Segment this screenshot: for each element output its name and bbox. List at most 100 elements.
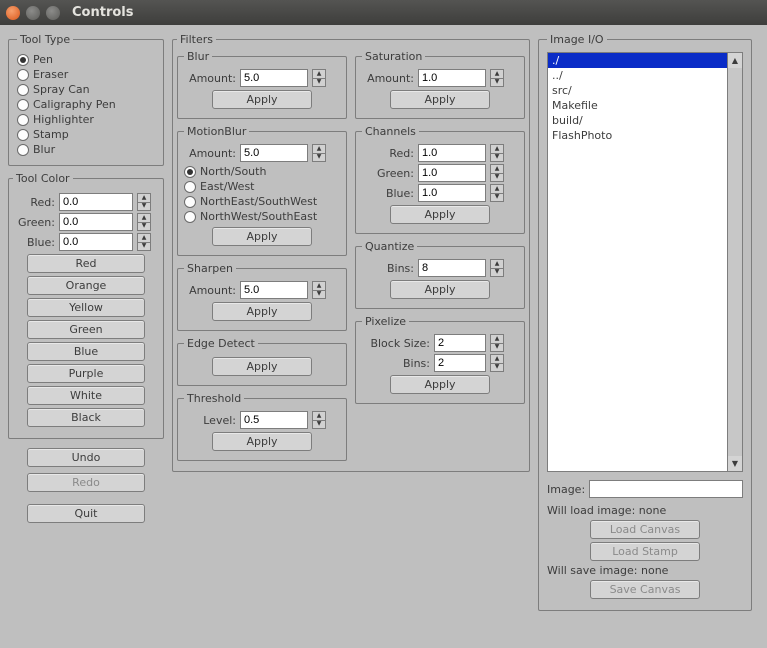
- sharpen-group: Sharpen Amount: ▲▼ Apply: [177, 262, 347, 331]
- file-listbox[interactable]: ./../src/Makefilebuild/FlashPhoto: [547, 52, 728, 472]
- tc-red-spinner[interactable]: ▲▼: [137, 193, 151, 211]
- motionblur-dir-north-south[interactable]: North/South: [184, 164, 340, 179]
- tc-red-input[interactable]: [59, 193, 133, 211]
- list-item[interactable]: ./: [548, 53, 727, 68]
- radio-icon[interactable]: [17, 84, 29, 96]
- tool-type-highlighter[interactable]: Highlighter: [17, 112, 155, 127]
- color-preset-blue[interactable]: Blue: [27, 342, 145, 361]
- radio-icon[interactable]: [184, 196, 196, 208]
- motionblur-apply-button[interactable]: Apply: [212, 227, 312, 246]
- list-item[interactable]: FlashPhoto: [548, 128, 727, 143]
- color-preset-green[interactable]: Green: [27, 320, 145, 339]
- blur-legend: Blur: [184, 50, 212, 63]
- blur-amount-label: Amount:: [184, 72, 236, 85]
- ch-blue-input[interactable]: [418, 184, 486, 202]
- quantize-apply-button[interactable]: Apply: [390, 280, 490, 299]
- saturation-amount-input[interactable]: [418, 69, 486, 87]
- tool-type-blur[interactable]: Blur: [17, 142, 155, 157]
- ch-red-input[interactable]: [418, 144, 486, 162]
- radio-icon[interactable]: [17, 69, 29, 81]
- tool-type-caligraphy-pen-label: Caligraphy Pen: [33, 98, 116, 111]
- image-path-input[interactable]: [589, 480, 743, 498]
- tc-blue-input[interactable]: [59, 233, 133, 251]
- radio-icon[interactable]: [17, 114, 29, 126]
- tool-type-caligraphy-pen[interactable]: Caligraphy Pen: [17, 97, 155, 112]
- blur-apply-button[interactable]: Apply: [212, 90, 312, 109]
- motionblur-spinner[interactable]: ▲▼: [312, 144, 326, 162]
- motionblur-dir-northeast-southwest[interactable]: NorthEast/SouthWest: [184, 194, 340, 209]
- sharpen-apply-button[interactable]: Apply: [212, 302, 312, 321]
- blur-amount-input[interactable]: [240, 69, 308, 87]
- threshold-level-label: Level:: [184, 414, 236, 427]
- blur-group: Blur Amount: ▲▼ Apply: [177, 50, 347, 119]
- color-preset-red[interactable]: Red: [27, 254, 145, 273]
- blur-spinner[interactable]: ▲▼: [312, 69, 326, 87]
- list-item[interactable]: ../: [548, 68, 727, 83]
- tool-type-spray-can-label: Spray Can: [33, 83, 90, 96]
- motionblur-amount-input[interactable]: [240, 144, 308, 162]
- tool-type-eraser[interactable]: Eraser: [17, 67, 155, 82]
- pixelize-block-input[interactable]: [434, 334, 486, 352]
- ch-red-spinner[interactable]: ▲▼: [490, 144, 504, 162]
- threshold-level-input[interactable]: [240, 411, 308, 429]
- ch-green-input[interactable]: [418, 164, 486, 182]
- tc-green-spinner[interactable]: ▲▼: [137, 213, 151, 231]
- file-list-scrollbar[interactable]: ▲ ▼: [728, 52, 743, 472]
- tool-type-pen[interactable]: Pen: [17, 52, 155, 67]
- color-preset-orange[interactable]: Orange: [27, 276, 145, 295]
- channels-apply-button[interactable]: Apply: [390, 205, 490, 224]
- motionblur-dir-east-west[interactable]: East/West: [184, 179, 340, 194]
- minimize-icon[interactable]: [26, 6, 40, 20]
- close-icon[interactable]: [6, 6, 20, 20]
- scroll-track[interactable]: [728, 68, 742, 456]
- redo-button[interactable]: Redo: [27, 473, 145, 492]
- motionblur-group: MotionBlur Amount: ▲▼ North/SouthEast/We…: [177, 125, 347, 256]
- saturation-apply-button[interactable]: Apply: [390, 90, 490, 109]
- quantize-spinner[interactable]: ▲▼: [490, 259, 504, 277]
- saturation-spinner[interactable]: ▲▼: [490, 69, 504, 87]
- motionblur-dir-north-south-label: North/South: [200, 165, 266, 178]
- quantize-bins-input[interactable]: [418, 259, 486, 277]
- color-preset-yellow[interactable]: Yellow: [27, 298, 145, 317]
- motionblur-dir-northwest-southeast[interactable]: NorthWest/SouthEast: [184, 209, 340, 224]
- list-item[interactable]: Makefile: [548, 98, 727, 113]
- color-preset-black[interactable]: Black: [27, 408, 145, 427]
- undo-button[interactable]: Undo: [27, 448, 145, 467]
- tool-type-stamp-label: Stamp: [33, 128, 69, 141]
- maximize-icon[interactable]: [46, 6, 60, 20]
- ch-green-spinner[interactable]: ▲▼: [490, 164, 504, 182]
- radio-icon[interactable]: [184, 211, 196, 223]
- quit-button[interactable]: Quit: [27, 504, 145, 523]
- threshold-spinner[interactable]: ▲▼: [312, 411, 326, 429]
- color-preset-white[interactable]: White: [27, 386, 145, 405]
- load-stamp-button[interactable]: Load Stamp: [590, 542, 700, 561]
- radio-icon[interactable]: [17, 99, 29, 111]
- tc-blue-spinner[interactable]: ▲▼: [137, 233, 151, 251]
- edgedetect-apply-button[interactable]: Apply: [212, 357, 312, 376]
- list-item[interactable]: build/: [548, 113, 727, 128]
- save-canvas-button[interactable]: Save Canvas: [590, 580, 700, 599]
- ch-blue-spinner[interactable]: ▲▼: [490, 184, 504, 202]
- list-item[interactable]: src/: [548, 83, 727, 98]
- tc-green-input[interactable]: [59, 213, 133, 231]
- radio-icon[interactable]: [17, 144, 29, 156]
- scroll-down-icon[interactable]: ▼: [728, 456, 742, 471]
- radio-icon[interactable]: [184, 181, 196, 193]
- image-io-group: Image I/O ./../src/Makefilebuild/FlashPh…: [538, 33, 752, 611]
- sharpen-spinner[interactable]: ▲▼: [312, 281, 326, 299]
- tool-type-stamp[interactable]: Stamp: [17, 127, 155, 142]
- radio-icon[interactable]: [17, 54, 29, 66]
- color-preset-purple[interactable]: Purple: [27, 364, 145, 383]
- sharpen-amount-input[interactable]: [240, 281, 308, 299]
- threshold-apply-button[interactable]: Apply: [212, 432, 312, 451]
- scroll-up-icon[interactable]: ▲: [728, 53, 742, 68]
- pixelize-apply-button[interactable]: Apply: [390, 375, 490, 394]
- pixelize-bins-spinner[interactable]: ▲▼: [490, 354, 504, 372]
- edgedetect-legend: Edge Detect: [184, 337, 258, 350]
- pixelize-bins-input[interactable]: [434, 354, 486, 372]
- tool-type-spray-can[interactable]: Spray Can: [17, 82, 155, 97]
- pixelize-block-spinner[interactable]: ▲▼: [490, 334, 504, 352]
- radio-icon[interactable]: [17, 129, 29, 141]
- radio-icon[interactable]: [184, 166, 196, 178]
- load-canvas-button[interactable]: Load Canvas: [590, 520, 700, 539]
